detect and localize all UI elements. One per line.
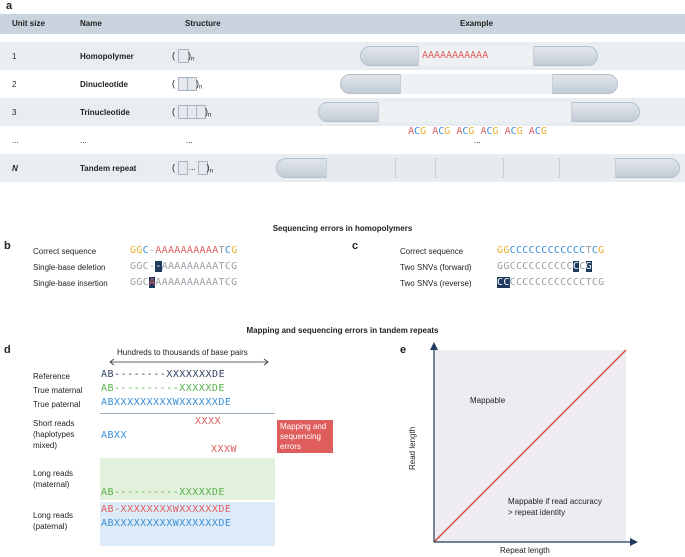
- unit-size: N: [12, 164, 18, 173]
- repeat-name: Dinucleotide: [80, 80, 129, 89]
- label-correct-sequence: Correct sequence: [33, 247, 97, 256]
- structure-glyph: (...)n: [172, 161, 214, 175]
- long-read-paternal-1: AB-XXXXXXXXWXXXXXXDE: [101, 504, 232, 515]
- example-sequence: AC AC AC AC AC AC AC: [400, 74, 553, 109]
- repeat-name: Trinucleotide: [80, 108, 130, 117]
- homopolymer-section-title: Sequencing errors in homopolymers: [272, 224, 413, 233]
- unit-size: 1: [12, 52, 17, 61]
- seq-c-correct: GGCCCCCCCCCCCCTCG: [497, 245, 605, 256]
- label-true-paternal: True paternal: [33, 400, 81, 409]
- track-true-paternal: ABXXXXXXXXXWXXXXXXDE: [101, 397, 232, 408]
- label-short-reads: Short reads (haplotypes mixed): [33, 419, 75, 450]
- panel-b-letter: b: [4, 240, 11, 252]
- table-row-homopolymer: 1 Homopolymer ()n AAAAAAAAAAA: [0, 42, 685, 70]
- table-row-trinucleotide: 3 Trinucleotide ()n ACG ACG ACG ACG ACG …: [0, 98, 685, 137]
- panel-e-letter: e: [400, 344, 407, 356]
- track-true-maternal: AB----------XXXXXDE: [101, 383, 225, 394]
- table-row-dinucleotide: 2 Dinucleotide ()n AC AC AC AC AC AC AC: [0, 70, 685, 109]
- structure-glyph: ()n: [172, 49, 195, 63]
- label-two-snvs-reverse: Two SNVs (reverse): [400, 279, 472, 288]
- table-row-ellipsis: ... ... ... ...: [0, 126, 685, 154]
- seq-b-deletion: GGC--AAAAAAAAATCG: [130, 261, 238, 272]
- header-structure: Structure: [185, 19, 221, 28]
- repeat-name: Homopolymer: [80, 52, 134, 61]
- example-sequence: ACG ACG ACG ACG ACG ACG: [378, 102, 572, 137]
- header-example: Example: [460, 19, 493, 28]
- seq-b-correct: GGC-AAAAAAAAAATCG: [130, 245, 238, 256]
- example-sequence: AAAAAAAAAAA: [418, 46, 534, 66]
- header-unit-size: Unit size: [12, 19, 45, 28]
- span-arrow: [109, 358, 269, 366]
- x-axis-label: Repeat length: [500, 546, 550, 555]
- label-single-base-insertion: Single-base insertion: [33, 279, 108, 288]
- repeat-name: Tandem repeat: [80, 164, 137, 173]
- structure-glyph: ()n: [172, 105, 212, 119]
- seq-c-reverse: CCCCCCCCCCCCCCTCG: [497, 277, 605, 288]
- long-read-paternal-2: ABXXXXXXXXXWXXXXXXDE: [101, 518, 232, 529]
- short-read-3: XXXW: [211, 444, 238, 455]
- short-read-1: XXXX: [195, 416, 222, 427]
- structure-ellipsis: ...: [186, 136, 193, 145]
- panel-d-letter: d: [4, 344, 11, 356]
- region-mappable: Mappable: [470, 396, 506, 405]
- y-axis-label: Read length: [408, 426, 417, 470]
- long-read-maternal: AB----------XXXXXDE: [101, 487, 225, 498]
- span-label: Hundreds to thousands of base pairs: [117, 348, 248, 357]
- example-ellipsis: ...: [474, 136, 481, 145]
- label-reference: Reference: [33, 372, 70, 381]
- label-true-maternal: True maternal: [33, 386, 83, 395]
- seq-b-insertion: GGCAAAAAAAAAAATCG: [130, 277, 238, 288]
- short-read-2: ABXX: [101, 430, 128, 441]
- unit-size: 3: [12, 108, 17, 117]
- tandem-section-title: Mapping and sequencing errors in tandem …: [246, 326, 439, 335]
- table-row-tandem-repeat: N Tandem repeat (...)n: [0, 154, 685, 182]
- label-long-reads-maternal: Long reads (maternal): [33, 469, 74, 489]
- structure-glyph: ()n: [172, 77, 203, 91]
- repeat-name: ...: [80, 136, 87, 145]
- header-name: Name: [80, 19, 102, 28]
- seq-c-forward: GGCCCCCCCCCCCCG: [497, 261, 592, 272]
- divider: [100, 413, 275, 414]
- example-repeat-blocks: [326, 158, 616, 178]
- region-mappable-if: Mappable if read accuracy > repeat ident…: [508, 497, 602, 517]
- unit-size: 2: [12, 80, 17, 89]
- table-header: Unit size Name Structure Example: [0, 14, 685, 34]
- error-box: Mapping and sequencing errors: [277, 420, 333, 453]
- track-reference: AB--------XXXXXXXDE: [101, 369, 226, 380]
- panel-a-letter: a: [6, 0, 13, 12]
- unit-size: ...: [12, 136, 19, 145]
- panel-e-plot: [430, 342, 638, 546]
- label-single-base-deletion: Single-base deletion: [33, 263, 106, 272]
- label-two-snvs-forward: Two SNVs (forward): [400, 263, 472, 272]
- panel-c-letter: c: [352, 240, 359, 252]
- label-long-reads-paternal: Long reads (paternal): [33, 511, 74, 531]
- label-correct-sequence-c: Correct sequence: [400, 247, 464, 256]
